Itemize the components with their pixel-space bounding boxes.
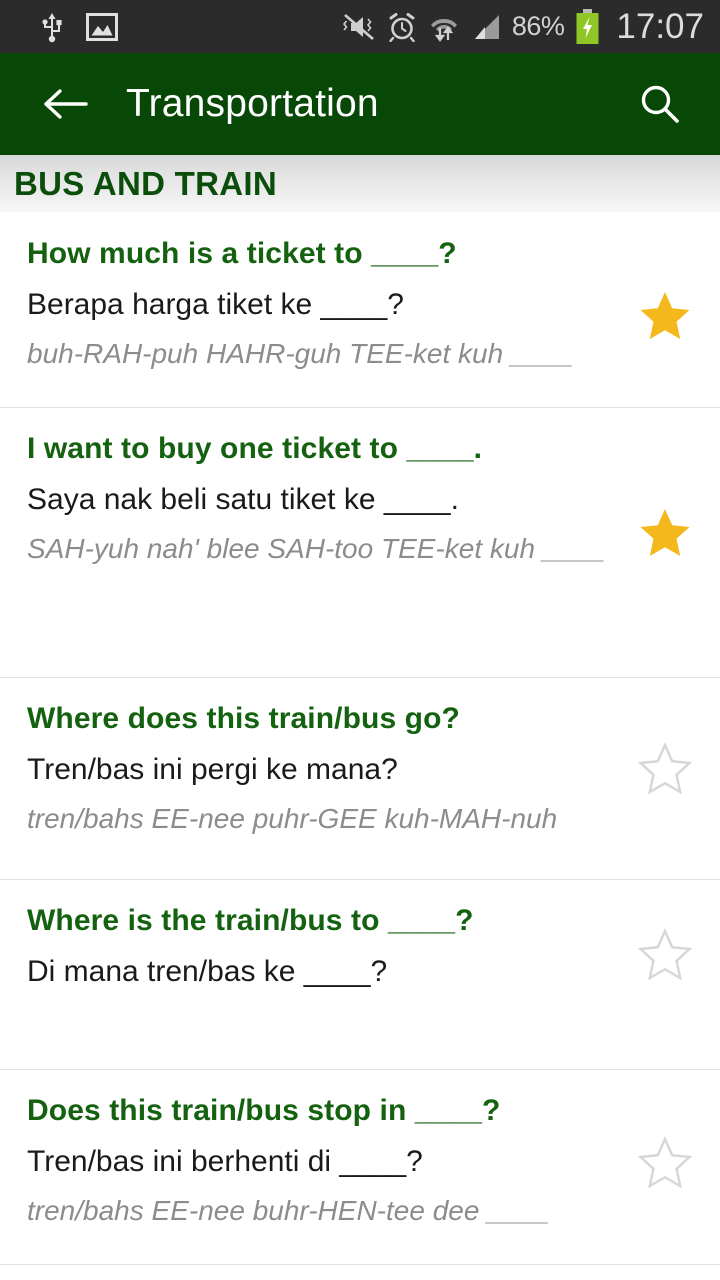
star-outline-icon[interactable] <box>636 740 694 798</box>
phrase-text-block: Does this train/bus stop in ____? Tren/b… <box>0 1090 720 1231</box>
status-bar-right-icons: 86% 17:07 <box>342 7 704 47</box>
phrase-text-block: How much is a ticket to ____? Berapa har… <box>0 233 720 374</box>
status-bar: 86% 17:07 <box>0 0 720 53</box>
phrase-pronunciation: SAH-yuh nah' blee SAH-too TEE-ket kuh __… <box>27 533 606 565</box>
phrase-text-block: Where does this train/bus go? Tren/bas i… <box>0 698 720 839</box>
star-filled-icon[interactable] <box>636 504 694 562</box>
search-icon[interactable] <box>630 74 690 134</box>
phrase-english: Where is the train/bus to ____? <box>27 904 474 937</box>
phrase-english: Does this train/bus stop in ____? <box>27 1094 501 1127</box>
wifi-transfer-icon <box>428 12 460 42</box>
phrase-english: Where does this train/bus go? <box>27 702 460 735</box>
battery-charging-icon <box>575 8 600 45</box>
phrase-translation: Tren/bas ini berhenti di ____? <box>27 1144 423 1178</box>
table-row[interactable]: Where does this train/bus go? Tren/bas i… <box>0 678 720 880</box>
section-header-label: BUS AND TRAIN <box>14 164 278 202</box>
battery-percent-label: 86% <box>511 11 565 41</box>
phrase-pronunciation <box>27 1001 612 1045</box>
star-outline-icon[interactable] <box>636 1134 694 1192</box>
usb-icon <box>40 11 64 43</box>
status-bar-left-icons <box>16 11 118 43</box>
mute-vibrate-icon <box>342 12 376 42</box>
section-header-bus-and-train: BUS AND TRAIN <box>0 155 720 213</box>
phrase-pronunciation: tren/bahs EE-nee puhr-GEE kuh-MAH-nuh <box>27 803 558 835</box>
status-bar-clock: 17:07 <box>616 6 704 46</box>
phrase-translation: Tren/bas ini pergi ke mana? <box>27 752 398 786</box>
phrase-pronunciation: tren/bahs EE-nee buhr-HEN-tee dee ____ <box>27 1195 550 1227</box>
signal-bars-icon <box>471 13 501 41</box>
back-arrow-icon[interactable] <box>34 73 96 135</box>
phrase-english: I want to buy one ticket to ____. <box>27 432 483 465</box>
star-filled-icon[interactable] <box>636 287 694 345</box>
phrase-list: How much is a ticket to ____? Berapa har… <box>0 213 720 1265</box>
phrase-pronunciation: buh-RAH-puh HAHR-guh TEE-ket kuh ____ <box>27 338 574 370</box>
phrase-translation: Berapa harga tiket ke ____? <box>27 287 404 321</box>
table-row[interactable]: How much is a ticket to ____? Berapa har… <box>0 213 720 408</box>
phrase-translation: Di mana tren/bas ke ____? <box>27 954 388 988</box>
table-row[interactable]: I want to buy one ticket to ____. Saya n… <box>0 408 720 678</box>
star-outline-icon[interactable] <box>636 926 694 984</box>
phrase-text-block: Where is the train/bus to ____? Di mana … <box>0 900 720 1045</box>
app-bar: Transportation <box>0 53 720 155</box>
phrase-text-block: I want to buy one ticket to ____. Saya n… <box>0 428 720 569</box>
phrase-english: How much is a ticket to ____? <box>27 237 457 270</box>
page-title: Transportation <box>126 82 379 125</box>
alarm-clock-icon <box>387 12 417 42</box>
table-row[interactable]: Where is the train/bus to ____? Di mana … <box>0 880 720 1070</box>
table-row[interactable]: Does this train/bus stop in ____? Tren/b… <box>0 1070 720 1265</box>
phrase-translation: Saya nak beli satu tiket ke ____. <box>27 482 459 516</box>
screenshot-image-icon <box>86 12 118 41</box>
